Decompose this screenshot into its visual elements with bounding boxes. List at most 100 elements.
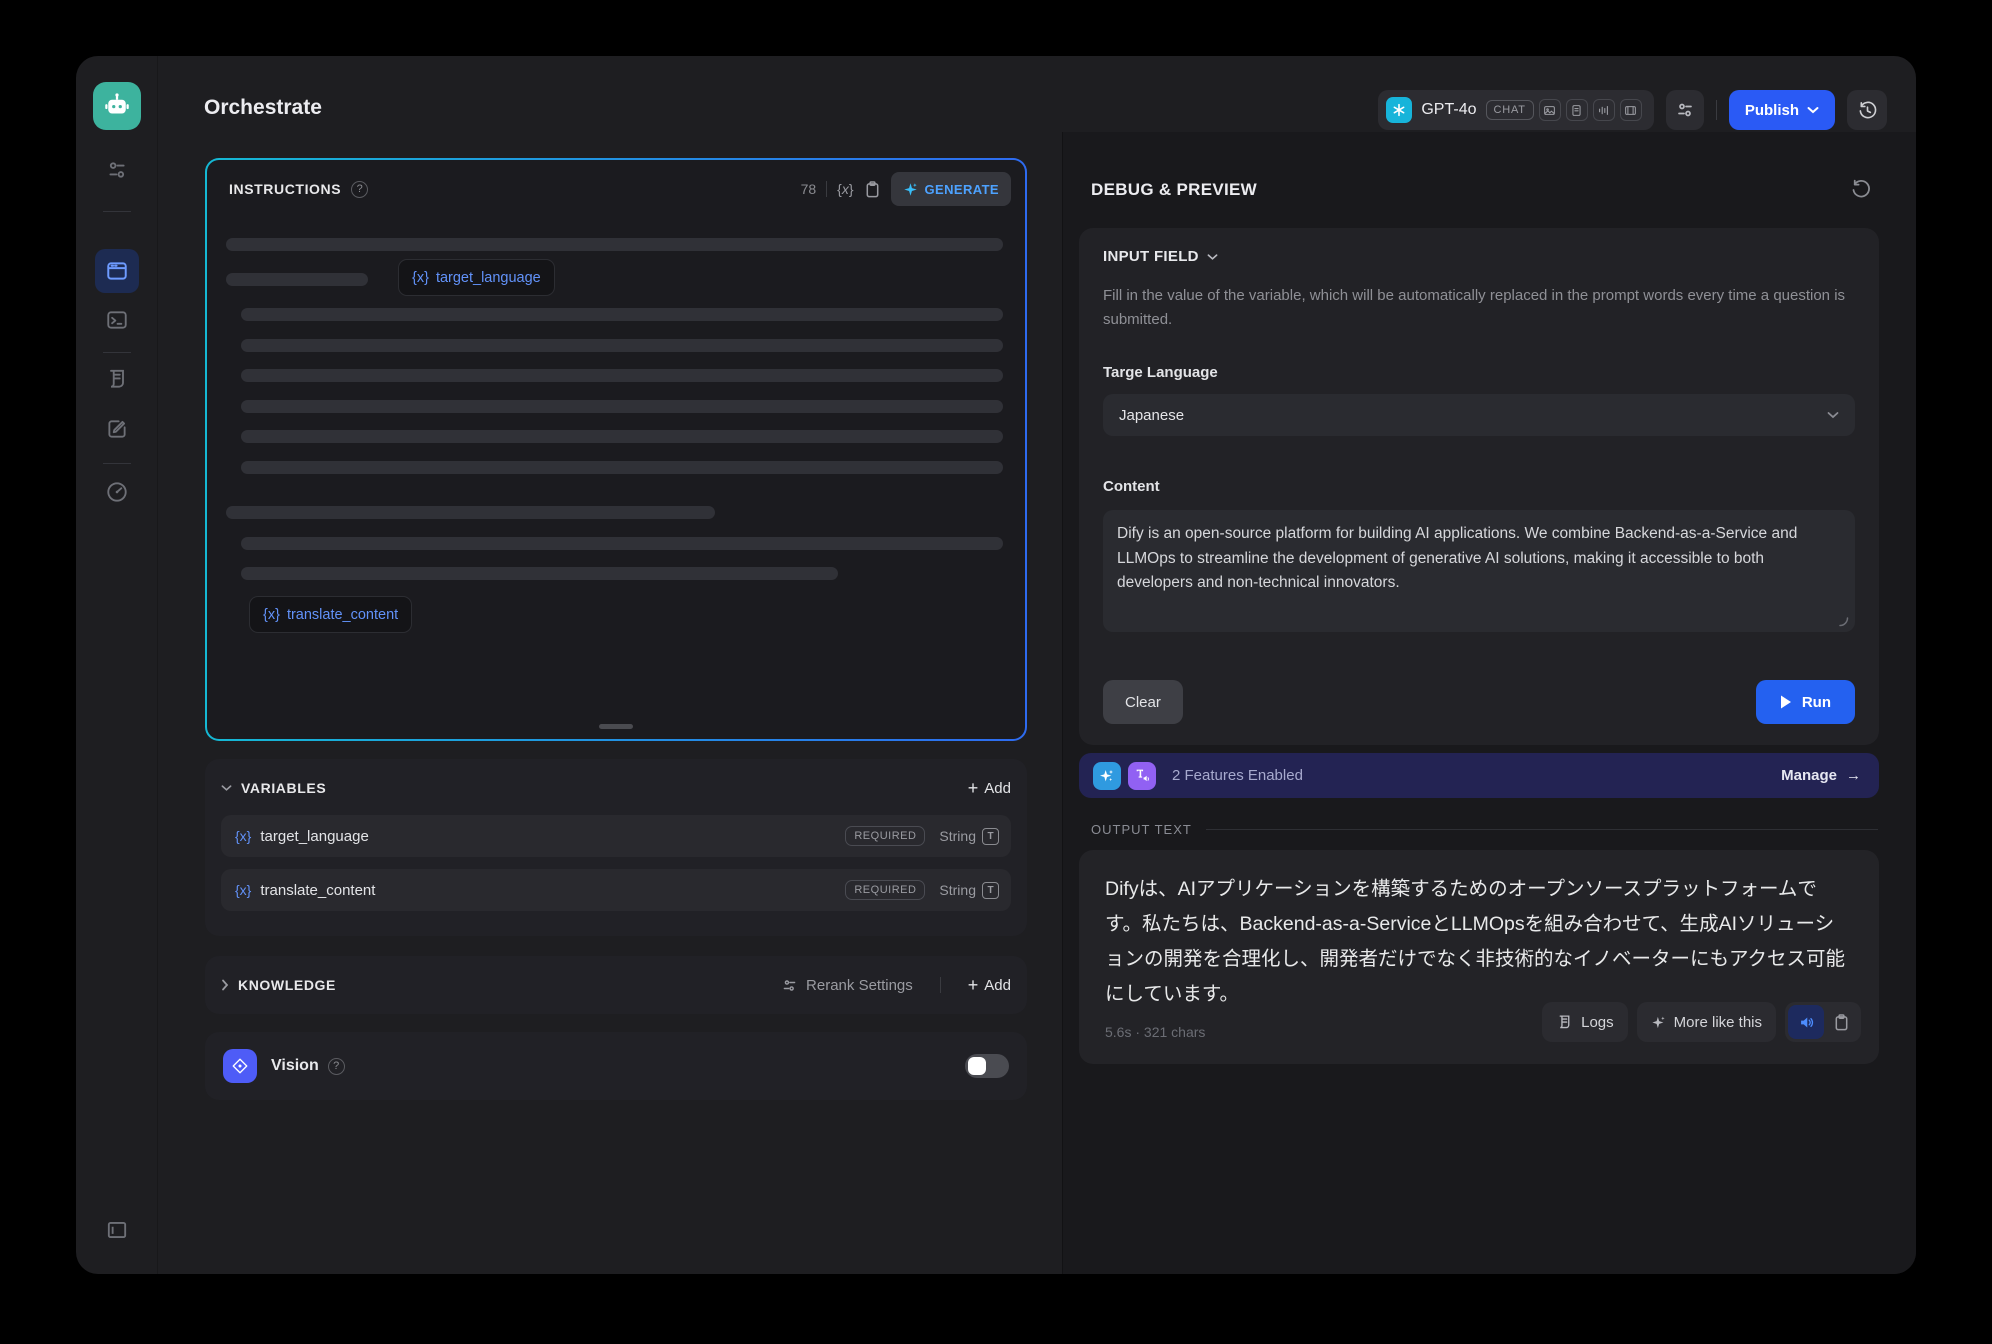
- prompt-variable-chip-target-language[interactable]: {x} target_language: [398, 259, 555, 296]
- chevron-down-icon: [1827, 411, 1839, 419]
- audio-capability-icon: [1593, 99, 1615, 121]
- model-selector[interactable]: GPT-4o CHAT: [1378, 90, 1653, 130]
- vision-toggle[interactable]: [965, 1054, 1009, 1078]
- orchestrate-settings-icon[interactable]: [105, 158, 129, 182]
- variable-row-translate-content[interactable]: {x} translate_content REQUIRED String T: [221, 869, 1011, 911]
- chevron-down-icon[interactable]: [221, 784, 232, 792]
- help-icon[interactable]: ?: [328, 1058, 345, 1075]
- more-like-this-button[interactable]: More like this: [1637, 1002, 1776, 1042]
- chevron-right-icon[interactable]: [221, 979, 229, 991]
- variable-prefix: {x}: [412, 270, 429, 286]
- logs-button[interactable]: Logs: [1542, 1002, 1628, 1042]
- topbar-actions: GPT-4o CHAT: [1378, 90, 1887, 130]
- instructions-title: INSTRUCTIONS: [229, 181, 341, 197]
- copy-output-icon[interactable]: [1824, 1005, 1858, 1039]
- prompt-placeholder-line: [241, 400, 1003, 413]
- target-language-label: Targe Language: [1103, 364, 1218, 381]
- string-type-icon[interactable]: T: [982, 828, 999, 845]
- variable-prefix: {x}: [235, 828, 251, 844]
- clear-button[interactable]: Clear: [1103, 680, 1183, 724]
- prompt-placeholder-line: [241, 537, 1003, 550]
- rerank-settings-icon: [781, 977, 798, 994]
- logs-label: Logs: [1581, 1014, 1614, 1031]
- run-button[interactable]: Run: [1756, 680, 1855, 724]
- topbar-divider: [1716, 100, 1717, 120]
- robot-icon: [102, 91, 132, 121]
- content-textarea[interactable]: Dify is an open-source platform for buil…: [1103, 510, 1855, 632]
- output-stats: 5.6s · 321 chars: [1105, 1024, 1205, 1040]
- knowledge-title: KNOWLEDGE: [238, 977, 336, 993]
- model-parameters-button[interactable]: [1666, 90, 1704, 130]
- add-knowledge-button[interactable]: + Add: [968, 976, 1011, 994]
- add-label: Add: [984, 780, 1011, 797]
- sidebar-item-annotation[interactable]: [105, 417, 129, 441]
- chevron-down-icon: [1207, 253, 1218, 261]
- add-variable-button[interactable]: + Add: [968, 779, 1011, 797]
- output-text: Difyは、AIアプリケーションを構築するためのオープンソースプラットフォームで…: [1105, 872, 1853, 1012]
- variable-name: translate_content: [287, 607, 398, 623]
- rerank-label: Rerank Settings: [806, 977, 913, 994]
- resize-corner-icon[interactable]: [1838, 616, 1849, 627]
- sidebar-item-monitoring[interactable]: [105, 480, 129, 504]
- audio-actions-group: [1785, 1002, 1861, 1042]
- required-badge: REQUIRED: [845, 880, 925, 900]
- publish-button[interactable]: Publish: [1729, 90, 1835, 130]
- app-logo[interactable]: [93, 82, 141, 130]
- prompt-placeholder-line: [226, 273, 368, 286]
- variable-row-target-language[interactable]: {x} target_language REQUIRED String T: [221, 815, 1011, 857]
- vision-capability-icon: [1539, 99, 1561, 121]
- prompt-placeholder-line: [241, 461, 1003, 474]
- text-to-speech-feature-icon: [1128, 762, 1156, 790]
- knowledge-divider: [940, 977, 941, 993]
- sidebar-item-logs[interactable]: [105, 367, 129, 391]
- variable-type: String: [939, 882, 976, 898]
- prompt-variable-chip-translate-content[interactable]: {x} translate_content: [249, 596, 412, 633]
- sidebar-item-terminal[interactable]: [105, 308, 129, 332]
- features-enabled-text: 2 Features Enabled: [1172, 767, 1303, 784]
- model-name: GPT-4o: [1421, 101, 1476, 119]
- logs-icon: [1556, 1014, 1573, 1031]
- help-icon[interactable]: ?: [351, 181, 368, 198]
- string-type-icon[interactable]: T: [982, 882, 999, 899]
- sparkle-icon: [903, 182, 918, 197]
- copy-icon[interactable]: [864, 180, 881, 199]
- openai-icon: [1386, 97, 1412, 123]
- resize-handle[interactable]: [599, 724, 633, 729]
- play-icon: [1780, 695, 1792, 709]
- input-field-header[interactable]: INPUT FIELD: [1103, 248, 1218, 265]
- generate-label: GENERATE: [925, 182, 999, 197]
- target-language-select[interactable]: Japanese: [1103, 394, 1855, 436]
- rerank-settings-button[interactable]: Rerank Settings: [781, 977, 913, 994]
- chat-mode-badge: CHAT: [1486, 100, 1534, 120]
- refresh-icon[interactable]: [1849, 178, 1872, 201]
- version-history-button[interactable]: [1847, 90, 1887, 130]
- arrow-right-icon: →: [1846, 767, 1861, 784]
- vision-section: Vision ?: [205, 1032, 1027, 1100]
- window-app-icon: [105, 259, 129, 283]
- publish-label: Publish: [1745, 102, 1799, 119]
- sidebar-divider: [103, 211, 131, 212]
- sidebar-item-orchestrate-active[interactable]: [95, 249, 139, 293]
- prompt-placeholder-line: [241, 369, 1003, 382]
- sparkle-icon: [1651, 1015, 1666, 1030]
- input-field-description: Fill in the value of the variable, which…: [1103, 284, 1855, 332]
- screen: Orchestrate GPT-4o CHAT: [0, 0, 1992, 1344]
- debug-preview-title: DEBUG & PREVIEW: [1091, 180, 1257, 200]
- variable-name: target_language: [260, 828, 368, 845]
- vision-feature-icon: [223, 1049, 257, 1083]
- input-field-title: INPUT FIELD: [1103, 248, 1199, 265]
- sidebar-divider: [103, 463, 131, 464]
- speaker-icon[interactable]: [1788, 1005, 1824, 1039]
- char-count: 78: [801, 181, 817, 197]
- generate-button[interactable]: GENERATE: [891, 172, 1011, 206]
- manage-features-button[interactable]: Manage →: [1781, 767, 1861, 784]
- manage-label: Manage: [1781, 767, 1837, 784]
- insert-variable-icon[interactable]: {x}: [837, 181, 853, 197]
- more-like-this-label: More like this: [1674, 1014, 1762, 1031]
- prompt-placeholder-line: [226, 506, 715, 519]
- input-field-card: INPUT FIELD Fill in the value of the var…: [1079, 228, 1879, 745]
- collapse-sidebar-icon[interactable]: [105, 1218, 129, 1242]
- sidebar-divider: [103, 352, 131, 353]
- content-value: Dify is an open-source platform for buil…: [1117, 525, 1797, 591]
- target-language-value: Japanese: [1119, 407, 1184, 424]
